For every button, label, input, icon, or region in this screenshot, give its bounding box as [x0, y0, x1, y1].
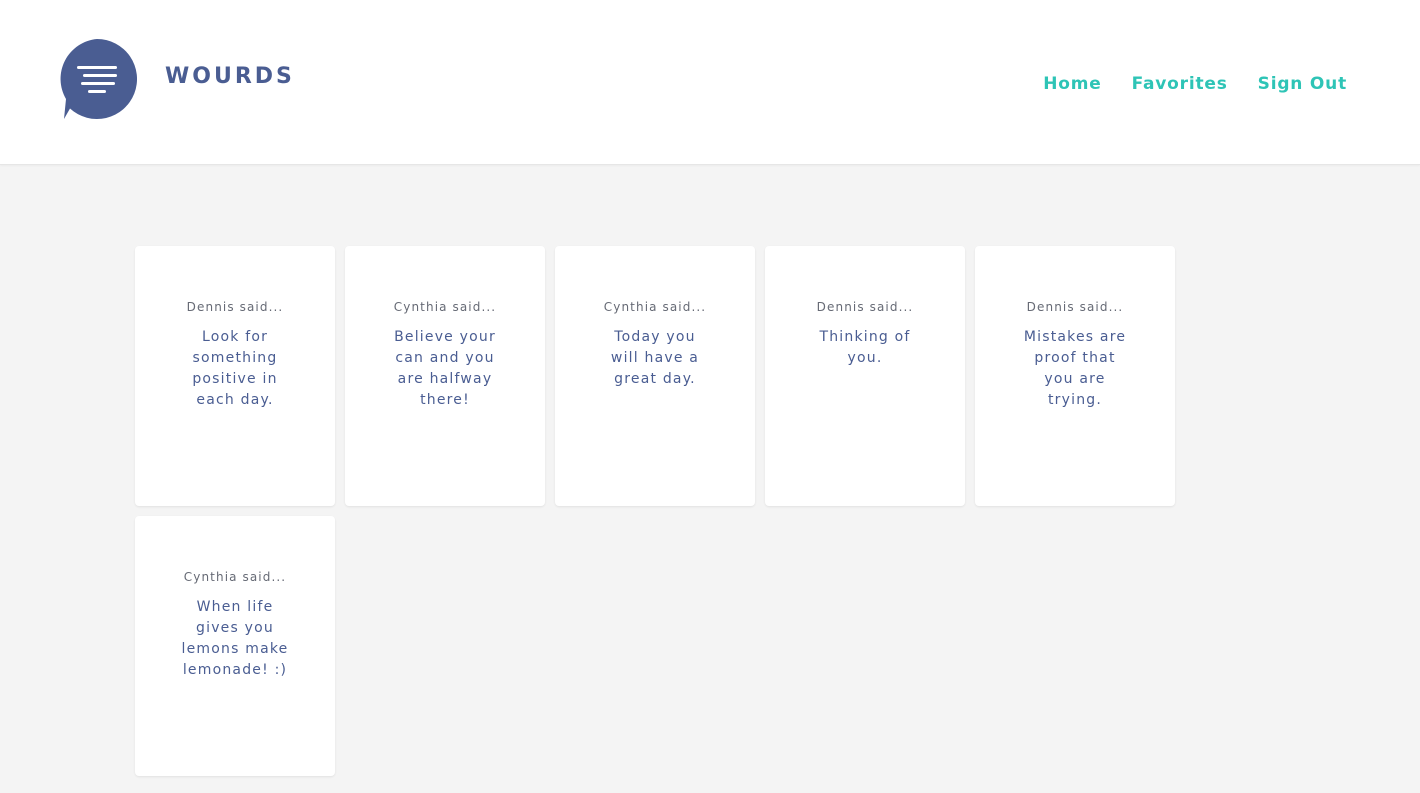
card-author: Dennis said... — [186, 300, 284, 314]
message-card[interactable]: Dennis said... Mistakes are proof that y… — [975, 246, 1175, 506]
message-card[interactable]: Dennis said... Thinking of you. — [765, 246, 965, 506]
card-message: Believe your can and you are halfway the… — [394, 329, 496, 408]
card-message: Today you will have a great day. — [610, 329, 700, 387]
card-author: Cynthia said... — [183, 570, 287, 584]
nav-signout-link[interactable]: Sign Out — [1258, 73, 1347, 95]
message-card[interactable]: Cynthia said... Believe your can and you… — [345, 246, 545, 506]
message-card[interactable]: Cynthia said... When life gives you lemo… — [135, 516, 335, 776]
main-nav: Home Favorites Sign Out — [1043, 73, 1347, 95]
card-author: Dennis said... — [1026, 300, 1124, 314]
card-author: Cynthia said... — [603, 300, 707, 314]
card-message: Thinking of you. — [819, 329, 911, 366]
card-message: When life gives you lemons make lemonade… — [181, 599, 289, 678]
card-author: Dennis said... — [816, 300, 914, 314]
nav-favorites-link[interactable]: Favorites — [1132, 73, 1228, 95]
message-card[interactable]: Dennis said... Look for something positi… — [135, 246, 335, 506]
card-message: Look for something positive in each day. — [192, 329, 278, 408]
message-card-grid: Dennis said... Look for something positi… — [135, 246, 1185, 776]
speech-bubble-menu-icon[interactable] — [57, 38, 138, 119]
message-card[interactable]: Cynthia said... Today you will have a gr… — [555, 246, 755, 506]
site-header: WOURDS Home Favorites Sign Out — [0, 0, 1420, 165]
card-message: Mistakes are proof that you are trying. — [1023, 329, 1127, 408]
card-author: Cynthia said... — [393, 300, 497, 314]
nav-home-link[interactable]: Home — [1043, 73, 1101, 95]
brand-name[interactable]: WOURDS — [165, 64, 295, 90]
